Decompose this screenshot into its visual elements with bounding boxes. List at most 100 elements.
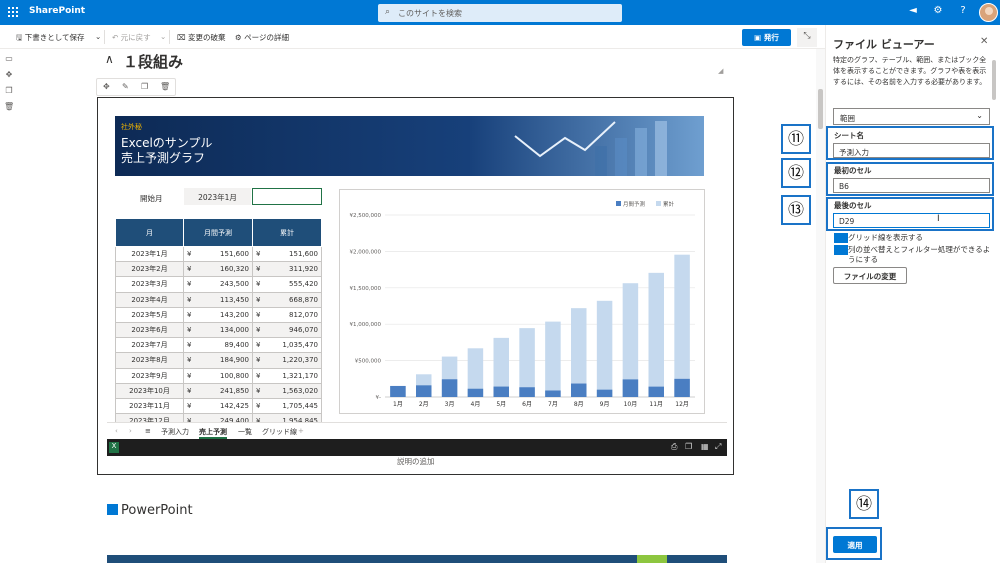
close-icon[interactable]: ✕ [980, 36, 988, 47]
command-bar: 🖫 下書きとして保存 ⌄ ↶ 元に戻す ⌄ ⌧ 変更の破棄 ⚙ ページの詳細 [0, 25, 825, 49]
move-icon[interactable]: ✥ [4, 70, 14, 79]
divider [104, 30, 105, 44]
forecast-chart[interactable]: ¥- ¥500,000 ¥1,000,000 ¥1,500,000 ¥2,000,000… [339, 189, 705, 414]
canvas-scrollbar[interactable] [816, 49, 825, 563]
month-cell[interactable]: 2023年9月 [115, 367, 184, 384]
help-icon[interactable]: ? [956, 5, 970, 16]
cumulative-cell[interactable]: ¥1,035,470 [252, 337, 322, 354]
start-month-value[interactable]: 2023年1月 [184, 188, 251, 205]
monthly-cell[interactable]: ¥100,800 [183, 367, 253, 384]
powerpoint-heading: PowerPoint [107, 503, 193, 518]
avatar[interactable] [979, 3, 998, 22]
cumulative-cell[interactable]: ¥151,600 [252, 245, 322, 263]
month-cell[interactable]: 2023年6月 [115, 321, 184, 339]
next-sheet-icon[interactable]: › [129, 427, 132, 435]
download-icon[interactable]: ⎙ [671, 442, 677, 452]
month-cell[interactable]: 2023年3月 [115, 276, 184, 293]
monthly-cell[interactable]: ¥134,000 [183, 321, 253, 339]
monthly-cell[interactable]: ¥241,850 [183, 382, 253, 399]
chevron-down-icon[interactable]: ⌄ [160, 32, 166, 41]
cumulative-cell[interactable]: ¥1,220,370 [252, 352, 322, 369]
monthly-cell[interactable]: ¥151,600 [183, 245, 253, 263]
copy-icon[interactable]: ❐ [685, 442, 692, 451]
start-month-label: 開始月 [140, 194, 163, 203]
month-cell[interactable]: 2023年2月 [115, 261, 184, 278]
collapse-icon[interactable]: ⤡ [797, 28, 817, 47]
x-tick-label: 9月 [600, 401, 610, 408]
cumulative-cell[interactable]: ¥555,420 [252, 276, 322, 293]
square-icon [107, 504, 118, 515]
cumulative-cell[interactable]: ¥311,920 [252, 261, 322, 278]
gear-icon[interactable]: ⚙ [931, 5, 945, 16]
discard-changes-button[interactable]: ⌧ 変更の破棄 [177, 32, 226, 43]
publish-button[interactable]: ▣ 発行 [742, 29, 791, 46]
bar-monthly [519, 387, 535, 397]
gridlines-checkbox[interactable]: ✓ グリッド線を表示する [834, 233, 994, 243]
all-sheets-icon[interactable]: ≡ [145, 427, 151, 435]
table-header: 累計 [252, 218, 322, 247]
month-cell[interactable]: 2023年5月 [115, 306, 184, 323]
sort-filter-checkbox[interactable]: ✓ 列の並べ替えとフィルター処理ができるようにする [834, 245, 994, 265]
table-row: 2023年3月 ¥243,500 ¥555,420 [115, 276, 322, 293]
y-tick-label: ¥500,000 [355, 359, 382, 365]
search-box[interactable]: ⌕ このサイトを検索 [378, 4, 622, 22]
duplicate-icon[interactable]: ❐ [141, 82, 148, 91]
brand-name[interactable]: SharePoint [29, 6, 85, 16]
table-row: 2023年10月 ¥241,850 ¥1,563,020 [115, 382, 322, 399]
monthly-cell[interactable]: ¥143,200 [183, 306, 253, 323]
table-row: 2023年9月 ¥100,800 ¥1,321,170 [115, 367, 322, 384]
month-cell[interactable]: 2023年7月 [115, 337, 184, 354]
month-cell[interactable]: 2023年4月 [115, 291, 184, 308]
move-icon[interactable]: ✥ [103, 82, 110, 91]
sheet-tab[interactable]: 一覧 [238, 427, 252, 437]
search-icon: ⌕ [385, 7, 391, 17]
monthly-cell[interactable]: ¥113,450 [183, 291, 253, 308]
month-cell[interactable]: 2023年10月 [115, 382, 184, 399]
cumulative-cell[interactable]: ¥1,321,170 [252, 367, 322, 384]
save-draft-button[interactable]: 🖫 下書きとして保存 [16, 32, 85, 45]
selected-cell[interactable] [252, 188, 322, 205]
range-dropdown[interactable]: 範囲 ⌄ [833, 108, 990, 125]
monthly-cell[interactable]: ¥184,900 [183, 352, 253, 369]
month-cell[interactable]: 2023年1月 [115, 245, 184, 263]
bar-cumulative [545, 321, 561, 397]
caption[interactable]: 説明の追加 [397, 456, 435, 467]
chevron-down-icon[interactable]: ⌄ [95, 32, 101, 41]
sheet-tab-active[interactable]: 売上予測 [199, 427, 227, 439]
sheet-tab[interactable]: 予測入力 [161, 427, 189, 437]
fullscreen-icon[interactable]: ⤢ [715, 442, 721, 452]
megaphone-icon[interactable]: ◄ [906, 5, 920, 16]
cumulative-cell[interactable]: ¥812,070 [252, 306, 322, 323]
excel-logo-icon: X [109, 442, 119, 453]
delete-icon[interactable]: 🗑 [4, 102, 14, 111]
monthly-cell[interactable]: ¥142,425 [183, 397, 253, 415]
page-details-button[interactable]: ⚙ ページの詳細 [235, 32, 289, 43]
monthly-cell[interactable]: ¥243,500 [183, 276, 253, 293]
grid-icon[interactable]: ▦ [701, 442, 709, 451]
monthly-cell[interactable]: ¥89,400 [183, 337, 253, 354]
cumulative-cell[interactable]: ¥1,705,445 [252, 397, 322, 415]
bar-monthly [674, 378, 690, 397]
undo-button[interactable]: ↶ 元に戻す [112, 32, 151, 43]
resize-handle-icon[interactable]: ◢ [718, 67, 723, 75]
prev-sheet-icon[interactable]: ‹ [115, 427, 118, 435]
cumulative-cell[interactable]: ¥1,563,020 [252, 382, 322, 399]
month-cell[interactable]: 2023年8月 [115, 352, 184, 369]
comment-icon[interactable]: ▭ [4, 54, 14, 63]
cumulative-cell[interactable]: ¥668,870 [252, 291, 322, 308]
change-file-button[interactable]: ファイルの変更 [833, 267, 907, 284]
duplicate-icon[interactable]: ❐ [4, 86, 14, 95]
app-launcher-icon[interactable] [8, 7, 18, 17]
bar-cumulative [596, 300, 613, 397]
sheet-tab[interactable]: グリッド線 [262, 427, 297, 437]
monthly-cell[interactable]: ¥160,320 [183, 261, 253, 278]
add-sheet-icon[interactable]: + [298, 427, 304, 435]
month-cell[interactable]: 2023年11月 [115, 397, 184, 415]
x-tick-label: 4月 [471, 401, 481, 408]
edit-icon[interactable]: ✎ [122, 82, 129, 91]
bar-cumulative [519, 328, 535, 397]
powerpoint-preview[interactable] [107, 555, 727, 563]
delete-icon[interactable]: 🗑 [160, 82, 170, 91]
table-header: 月間予測 [183, 218, 253, 247]
cumulative-cell[interactable]: ¥946,070 [252, 321, 322, 339]
